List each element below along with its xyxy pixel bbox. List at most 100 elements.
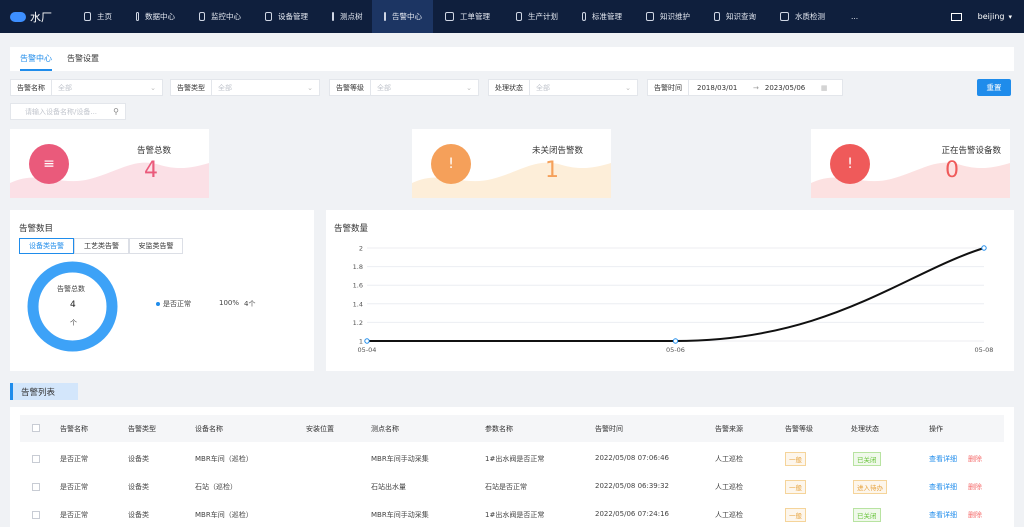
- table-cell-name: 是否正常: [60, 483, 88, 491]
- column-header: 设备名称: [195, 425, 223, 433]
- tab-alarm-settings[interactable]: 告警设置: [67, 53, 99, 64]
- data-center-icon: [136, 12, 139, 21]
- device-icon: [265, 12, 272, 21]
- select-all-checkbox[interactable]: [32, 424, 40, 432]
- nav-item-3[interactable]: 设备管理: [253, 0, 320, 33]
- work-order-icon: [445, 12, 454, 21]
- stat-card-total-alarms: ≡ 告警总数 4: [10, 129, 209, 198]
- nav-item-8[interactable]: 标准管理: [570, 0, 634, 33]
- alarm-type-filter[interactable]: 告警类型 全部 ⌄: [170, 79, 320, 96]
- calendar-icon[interactable]: ▦: [821, 84, 834, 92]
- table-cell-param: 1#出水阀是否正常: [485, 511, 545, 519]
- column-header: 参数名称: [485, 425, 513, 433]
- view-detail-link[interactable]: 查看详细: [929, 482, 957, 492]
- chevron-down-icon[interactable]: ⌄: [625, 84, 637, 92]
- column-header: 告警来源: [715, 425, 743, 433]
- chevron-down-icon[interactable]: ⌄: [307, 84, 319, 92]
- search-icon[interactable]: ⚲: [113, 107, 119, 116]
- donut-unit: 个: [70, 319, 77, 327]
- alarm-table: 告警名称 告警类型 设备名称 安装位置 测点名称 参数名称 告警时间 告警来源 告警等级 处理状态…: [10, 407, 1014, 527]
- nav-item-label: 标准管理: [592, 12, 622, 21]
- plan-icon: [516, 12, 522, 21]
- delete-link[interactable]: 删除: [968, 482, 982, 492]
- y-tick-label: 1.6: [353, 282, 363, 290]
- nav-item-4[interactable]: 测点树: [320, 0, 372, 33]
- status-badge: 进入待办: [853, 480, 887, 494]
- delete-link[interactable]: 删除: [968, 510, 982, 520]
- knowledge-search-icon: [714, 12, 720, 21]
- column-header: 告警等级: [785, 425, 813, 433]
- nav-item-0[interactable]: 主页: [72, 0, 124, 33]
- nav-item-2[interactable]: 监控中心: [187, 0, 253, 33]
- view-detail-link[interactable]: 查看详细: [929, 454, 957, 464]
- alarm-name-filter[interactable]: 告警名称 全部 ⌄: [10, 79, 163, 96]
- chevron-down-icon[interactable]: ⌄: [150, 84, 162, 92]
- reset-button[interactable]: 重置: [977, 79, 1011, 96]
- nav-item-12[interactable]: ...: [839, 0, 869, 33]
- top-navigation-bar: 水厂 主页 数据中心 监控中心 设备管理 测点树 告警中心 工单管理 生产计划 标准管理 知识维护…: [0, 0, 1024, 33]
- table-cell-name: 是否正常: [60, 511, 88, 519]
- data-point[interactable]: [981, 245, 987, 251]
- page-tabs: 告警中心 告警设置: [10, 47, 1014, 71]
- row-checkbox[interactable]: [32, 455, 40, 463]
- tab-alarm-center[interactable]: 告警中心: [20, 53, 52, 64]
- table-cell-type: 设备类: [128, 511, 149, 519]
- status-badge: 已关闭: [853, 452, 881, 466]
- table-cell-source: 人工巡检: [715, 455, 743, 463]
- column-header: 操作: [929, 425, 943, 433]
- legend-name: 是否正常: [163, 300, 191, 308]
- water-quality-icon: [780, 12, 789, 21]
- alarm-name-select[interactable]: 全部: [52, 83, 150, 93]
- table-cell-point: MBR车间手动采集: [371, 511, 429, 519]
- alarm-type-select[interactable]: 全部: [212, 83, 307, 93]
- y-tick-label: 1.8: [353, 263, 363, 271]
- data-point[interactable]: [672, 338, 679, 344]
- card-title: 告警数目: [19, 224, 54, 234]
- tab-process-alarms[interactable]: 工艺类告警: [74, 238, 129, 254]
- stat-title: 正在告警设备数: [941, 146, 1001, 156]
- search-input[interactable]: 请输入设备名称/设备... ⚲: [10, 103, 126, 120]
- alarm-icon: [384, 12, 386, 21]
- nav-item-6[interactable]: 工单管理: [433, 0, 504, 33]
- process-status-filter[interactable]: 处理状态 全部 ⌄: [488, 79, 638, 96]
- row-checkbox[interactable]: [32, 483, 40, 491]
- alarm-list-title: 告警列表: [10, 383, 78, 400]
- view-detail-link[interactable]: 查看详细: [929, 510, 957, 520]
- table-cell-time: 2022/05/06 07:24:16: [595, 510, 670, 518]
- column-header: 告警名称: [60, 425, 88, 433]
- date-range-arrow: →: [753, 83, 759, 92]
- app-logo[interactable]: 水厂: [0, 9, 72, 25]
- nav-item-9[interactable]: 知识维护: [634, 0, 702, 33]
- nav-item-10[interactable]: 知识查询: [702, 0, 768, 33]
- alarm-name-label: 告警名称: [11, 80, 52, 95]
- nav-item-7[interactable]: 生产计划: [504, 0, 570, 33]
- mail-icon[interactable]: [950, 12, 962, 21]
- alarm-time-filter[interactable]: 告警时间 2018/03/01 → 2023/05/06 ▦: [647, 79, 843, 96]
- table-cell-source: 人工巡检: [715, 511, 743, 519]
- column-header: 告警时间: [595, 425, 623, 433]
- table-cell-param: 1#出水阀是否正常: [485, 455, 545, 463]
- process-status-select[interactable]: 全部: [530, 83, 625, 93]
- alarm-level-filter[interactable]: 告警等级 全部 ⌄: [329, 79, 479, 96]
- chevron-down-icon[interactable]: ▾: [1008, 13, 1012, 21]
- tab-safety-alarms[interactable]: 安监类告警: [129, 238, 183, 254]
- alarm-level-select[interactable]: 全部: [371, 83, 466, 93]
- legend-count: 4个: [244, 300, 256, 308]
- status-badge: 已关闭: [853, 508, 881, 522]
- nav-item-11[interactable]: 水质检测: [768, 0, 839, 33]
- nav-item-1[interactable]: 数据中心: [124, 0, 187, 33]
- start-date-input[interactable]: 2018/03/01: [689, 84, 747, 92]
- alarm-count-line-chart: 1 1.2 1.4 1.6 1.8 2 05-04 05-06 05-08: [353, 245, 994, 355]
- chevron-down-icon[interactable]: ⌄: [466, 84, 478, 92]
- end-date-input[interactable]: 2023/05/06: [765, 84, 821, 92]
- table-cell-point: MBR车间手动采集: [371, 455, 429, 463]
- data-point[interactable]: [364, 338, 370, 344]
- user-menu[interactable]: beijing: [978, 12, 1005, 21]
- alarm-type-label: 告警类型: [171, 80, 212, 95]
- delete-link[interactable]: 删除: [968, 454, 982, 464]
- row-checkbox[interactable]: [32, 511, 40, 519]
- stat-value: 4: [144, 158, 158, 183]
- tab-device-alarms[interactable]: 设备类告警: [19, 238, 74, 254]
- nav-item-5[interactable]: 告警中心: [372, 0, 433, 33]
- x-tick-label: 05-04: [358, 346, 377, 354]
